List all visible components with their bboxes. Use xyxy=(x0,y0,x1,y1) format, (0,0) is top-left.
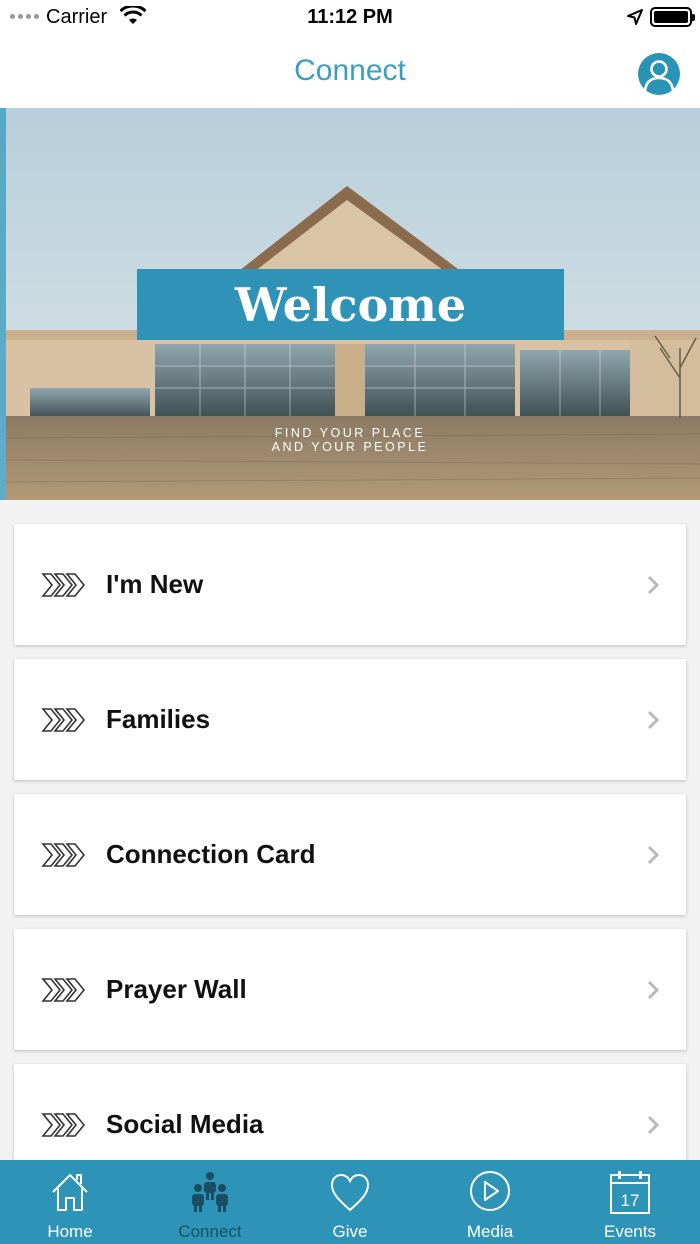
tab-label: Events xyxy=(604,1222,656,1241)
menu-item-connection-card[interactable]: Connection Card xyxy=(14,794,686,915)
clock: 11:12 PM xyxy=(307,6,393,28)
play-icon xyxy=(470,1171,510,1211)
tab-label: Home xyxy=(47,1222,93,1241)
chevron-right-icon xyxy=(647,980,660,999)
triple-chevron-icon xyxy=(41,978,85,1002)
chevron-right-icon xyxy=(647,1115,660,1134)
tagline-line-1: FIND YOUR PLACE xyxy=(274,426,426,440)
menu-item-label: I'm New xyxy=(106,569,204,599)
home-icon xyxy=(52,1173,88,1211)
user-icon xyxy=(643,60,675,92)
menu-item-label: Connection Card xyxy=(106,839,316,869)
welcome-box: Welcome xyxy=(137,269,564,340)
tagline-line-2: AND YOUR PEOPLE xyxy=(271,440,429,454)
triple-chevron-icon xyxy=(41,1113,85,1137)
status-bar: Carrier 11:12 PM xyxy=(0,0,700,36)
welcome-banner[interactable]: Welcome FIND YOUR PLACE AND YOUR PEOPLE xyxy=(0,108,700,500)
calendar-day: 17 xyxy=(621,1191,640,1210)
menu-item-label: Prayer Wall xyxy=(106,974,247,1004)
connect-screen: Carrier 11:12 PM Connect Welcome FIND YO… xyxy=(0,0,700,1244)
tab-connect[interactable]: Connect xyxy=(140,1160,280,1244)
tab-home[interactable]: Home xyxy=(0,1160,140,1244)
tab-give[interactable]: Give xyxy=(280,1160,420,1244)
chevron-right-icon xyxy=(647,845,660,864)
triple-chevron-icon xyxy=(41,573,85,597)
profile-button[interactable] xyxy=(638,53,680,95)
tab-events[interactable]: 17 Events xyxy=(560,1160,700,1244)
page-title: Connect xyxy=(294,54,406,87)
tab-label: Give xyxy=(332,1222,368,1241)
tagline: FIND YOUR PLACE AND YOUR PEOPLE xyxy=(0,426,700,454)
location-arrow-icon xyxy=(627,9,643,25)
menu-item-label: Families xyxy=(106,704,211,734)
heart-icon xyxy=(330,1173,370,1212)
tab-label: Media xyxy=(466,1222,514,1241)
tab-bar: Home Connect Give Media 17 Events xyxy=(0,1160,700,1244)
people-icon xyxy=(192,1172,228,1212)
menu-item-im-new[interactable]: I'm New xyxy=(14,524,686,645)
battery-icon xyxy=(650,7,695,27)
chevron-right-icon xyxy=(647,575,660,594)
welcome-heading: Welcome xyxy=(234,277,467,332)
chevron-right-icon xyxy=(647,710,660,729)
triple-chevron-icon xyxy=(41,708,85,732)
calendar-icon: 17 xyxy=(610,1171,650,1214)
nav-bar: Connect xyxy=(0,36,700,108)
menu-item-prayer-wall[interactable]: Prayer Wall xyxy=(14,929,686,1050)
menu-item-families[interactable]: Families xyxy=(14,659,686,780)
tab-media[interactable]: Media xyxy=(420,1160,560,1244)
triple-chevron-icon xyxy=(41,843,85,867)
menu-item-label: Social Media xyxy=(106,1109,264,1139)
tab-label: Connect xyxy=(178,1222,242,1241)
